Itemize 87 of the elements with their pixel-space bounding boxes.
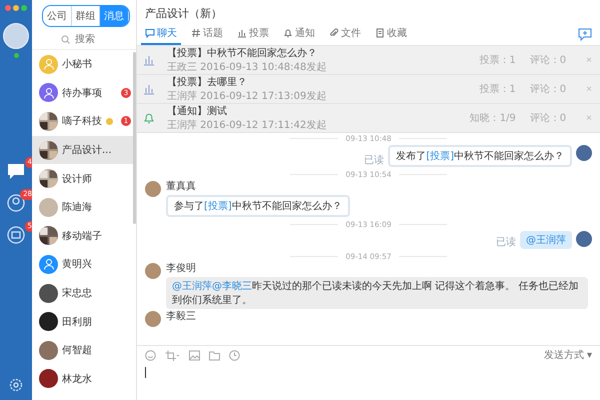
chat-tab[interactable]: 通知 <box>279 23 319 45</box>
sender-name: 李毅三 <box>166 311 196 323</box>
search-field[interactable]: 搜索 <box>73 32 107 46</box>
maximize-icon[interactable] <box>21 5 27 11</box>
bar-chart-icon <box>143 54 155 66</box>
add-chat-icon[interactable] <box>578 28 592 40</box>
bar-chart-icon <box>237 28 247 38</box>
conversation-item[interactable]: 林龙水 <box>32 364 136 394</box>
search-icon <box>61 34 70 44</box>
conversation-item[interactable]: 宋忠忠 <box>32 278 136 308</box>
pinned-notice[interactable]: 【通知】测试 王润萍 2016-09-12 17:11:42发起 知晓：1/9 评论：0 × <box>137 104 600 133</box>
message-text: @王润萍@李晓三昨天说过的那个已读未读的今天先加上啊 记得这个着急事。 任务也已经加到你们系统里了。 <box>172 281 578 306</box>
avatar <box>576 231 592 247</box>
sender-name: 董真真 <box>166 181 196 193</box>
notice-title: 【投票】中秋节不能回家怎么办？ <box>167 46 318 60</box>
chat-icon <box>145 28 155 38</box>
chat-icon[interactable] <box>6 162 26 180</box>
contact-name: 移动端子 <box>62 230 102 243</box>
image-icon[interactable] <box>189 350 200 360</box>
contact-name: 宋忠忠 <box>62 286 92 300</box>
settings-icon[interactable] <box>9 378 23 392</box>
notice-meta: 王政三 2016-09-13 10:48:48发起 <box>167 60 328 74</box>
message-text: 参与了[投票]中秋节不能回家怎么办？ <box>174 201 342 212</box>
chat-tab[interactable]: 投票 <box>233 23 273 45</box>
avatar[interactable] <box>3 23 29 49</box>
conversation-item[interactable]: 小秘书 <box>32 50 136 79</box>
vote-count: 知晓：1/9 <box>470 112 516 125</box>
online-dot-icon <box>14 53 18 58</box>
message-text: 发布了[投票]中秋节不能回家怎么办？ <box>396 151 564 162</box>
document-icon <box>375 28 385 38</box>
contact-name: 林龙水 <box>62 372 92 386</box>
conversation-item[interactable]: 田利朋 <box>32 307 136 336</box>
conversation-item[interactable]: 设计师 <box>32 164 136 193</box>
comment-count: 评论：0 <box>530 112 566 125</box>
paperclip-icon <box>329 28 339 38</box>
vote-link[interactable]: [投票] <box>426 151 454 162</box>
minimize-icon[interactable] <box>13 5 19 11</box>
contact-name: 产品设计... <box>62 144 112 158</box>
clock-icon[interactable] <box>229 350 240 360</box>
vote-count: 投票：1 <box>479 54 516 67</box>
vote-count: 投票：1 <box>479 82 516 96</box>
contact-name: 设计师 <box>62 172 92 186</box>
emoji-icon[interactable] <box>145 350 156 360</box>
conversation-item[interactable]: 移动端子 <box>32 222 136 250</box>
chat-tab[interactable]: 文件 <box>325 23 365 45</box>
send-mode-dropdown[interactable]: 发送方式 ▾ <box>544 348 592 362</box>
avatar <box>145 263 161 279</box>
notice-meta: 王润萍 2016-09-12 17:13:09发起 <box>167 90 328 103</box>
crop-icon[interactable] <box>165 350 180 360</box>
sender-name: 李俊明 <box>166 263 196 275</box>
read-status: 已读 <box>364 154 384 167</box>
chat-title: 产品设计（新） <box>144 6 223 22</box>
contact-name: 陈迪海 <box>62 200 92 214</box>
contact-name: 黄明兴 <box>62 258 92 272</box>
notice-meta: 王润萍 2016-09-12 17:11:42发起 <box>167 118 328 132</box>
contact-name: 嘀子科技 <box>62 114 102 128</box>
avatar <box>576 145 592 161</box>
pinned-notice[interactable]: 【投票】去哪里？ 王润萍 2016-09-12 17:13:09发起 投票：1 评论：0 × <box>137 75 600 104</box>
notice-title: 【投票】去哪里？ <box>167 76 248 89</box>
group-icon[interactable] <box>6 226 26 244</box>
contact-name: 小秘书 <box>62 58 92 72</box>
contact-name: 待办事项 <box>62 86 102 100</box>
avatar <box>145 181 161 197</box>
conversation-item[interactable]: 产品设计... <box>32 136 136 164</box>
comment-count: 评论：0 <box>530 54 566 67</box>
folder-icon[interactable] <box>209 350 220 360</box>
read-status: 已读 <box>496 236 516 249</box>
bar-chart-icon <box>143 83 155 95</box>
pinned-notice[interactable]: 【投票】中秋节不能回家怎么办？ 王政三 2016-09-13 10:48:48发起 投票：1 评论：0 × <box>137 46 600 75</box>
bell-icon <box>283 28 293 38</box>
bell-icon <box>143 112 155 124</box>
conversation-item[interactable]: 黄明兴 <box>32 250 136 279</box>
conversation-item[interactable]: 何智超 <box>32 336 136 365</box>
chat-tab[interactable]: 收藏 <box>371 23 411 45</box>
comment-count: 评论：0 <box>530 83 566 96</box>
avatar <box>145 311 161 327</box>
contact-name: 何智超 <box>62 344 92 358</box>
contact-name: 田利朋 <box>62 316 92 329</box>
chat-tab[interactable]: 话题 <box>187 23 227 45</box>
text-cursor <box>145 367 146 378</box>
hash-icon <box>191 28 201 38</box>
scrollbar[interactable] <box>133 52 136 224</box>
filter-tab[interactable]: 公司 <box>43 6 72 26</box>
close-icon[interactable] <box>5 5 11 11</box>
conversation-item[interactable]: 陈迪海 <box>32 192 136 222</box>
notice-title: 【通知】测试 <box>167 104 228 118</box>
vote-link[interactable]: [投票] <box>204 201 232 212</box>
